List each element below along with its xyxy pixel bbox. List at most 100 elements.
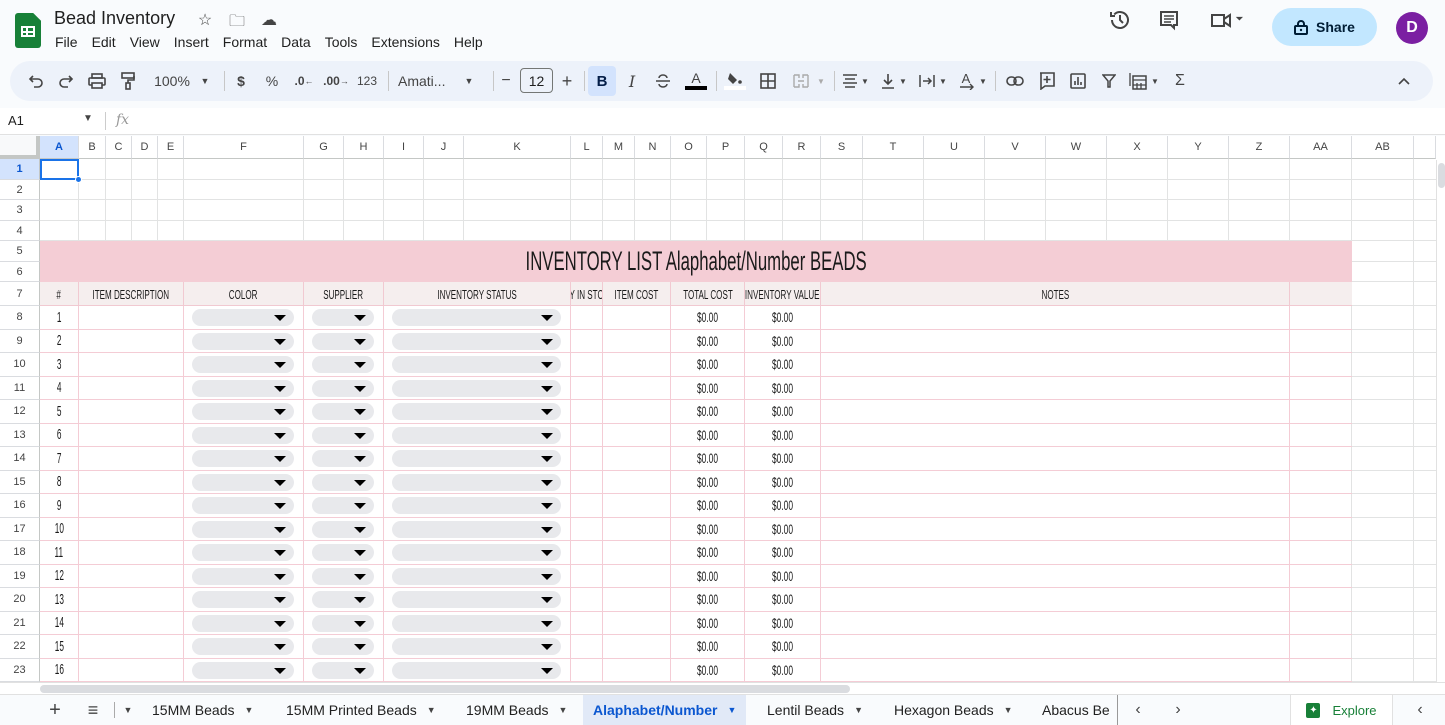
supplier-dropdown-chip[interactable] xyxy=(312,567,374,585)
cell[interactable] xyxy=(304,470,384,493)
cell[interactable]: $0.00 xyxy=(671,306,745,329)
cell[interactable] xyxy=(571,353,603,376)
cell[interactable] xyxy=(184,306,304,329)
cell[interactable]: $0.00 xyxy=(745,611,821,634)
cell[interactable]: $0.00 xyxy=(671,564,745,587)
cell[interactable] xyxy=(384,423,571,446)
cell[interactable] xyxy=(571,470,603,493)
zoom-select[interactable]: 100% xyxy=(148,61,196,101)
cell[interactable] xyxy=(571,306,603,329)
row-header-9[interactable]: 9 xyxy=(0,329,40,353)
row-header-1[interactable]: 1 xyxy=(0,159,40,180)
header-cell[interactable]: # xyxy=(40,282,79,306)
tab-menu-dropdown-icon[interactable]: ▼ xyxy=(558,705,567,715)
cell[interactable] xyxy=(184,588,304,611)
cell[interactable]: $0.00 xyxy=(745,517,821,540)
color-dropdown-chip[interactable] xyxy=(192,473,294,491)
header-cell[interactable]: Color xyxy=(184,282,304,306)
column-header-f[interactable]: F xyxy=(184,136,304,159)
font-dropdown-icon[interactable]: ▼ xyxy=(462,61,476,101)
cell[interactable] xyxy=(571,376,603,399)
cell[interactable]: $0.00 xyxy=(671,494,745,517)
cell[interactable]: $0.00 xyxy=(745,423,821,446)
cell[interactable] xyxy=(184,376,304,399)
sheet-tab-15mm-printed-beads[interactable]: 15MM Printed Beads ▼ xyxy=(276,695,446,725)
cell[interactable]: $0.00 xyxy=(745,635,821,658)
name-box-dropdown-icon[interactable]: ▼ xyxy=(83,113,93,124)
supplier-dropdown-chip[interactable] xyxy=(312,332,374,350)
cell[interactable]: 12 xyxy=(40,564,79,587)
cell[interactable] xyxy=(603,423,671,446)
cell[interactable] xyxy=(304,635,384,658)
cell[interactable] xyxy=(184,517,304,540)
cell[interactable] xyxy=(384,353,571,376)
decrease-decimal-button[interactable]: .0 ← xyxy=(292,61,316,101)
all-sheets-icon[interactable]: ≡ xyxy=(82,695,104,725)
cell[interactable]: $0.00 xyxy=(671,470,745,493)
row-header-17[interactable]: 17 xyxy=(0,517,40,541)
cell[interactable]: 5 xyxy=(40,400,79,423)
cell[interactable] xyxy=(571,423,603,446)
cell[interactable] xyxy=(821,588,1290,611)
color-dropdown-chip[interactable] xyxy=(192,426,294,444)
cell[interactable] xyxy=(184,470,304,493)
redo-icon[interactable] xyxy=(54,61,78,101)
column-header-u[interactable]: U xyxy=(924,136,985,159)
row-header-3[interactable]: 3 xyxy=(0,200,40,221)
sheets-logo-icon[interactable] xyxy=(15,13,41,48)
select-all-corner[interactable] xyxy=(0,136,40,159)
decrease-font-size-button[interactable]: − xyxy=(498,61,514,101)
status-dropdown-chip[interactable] xyxy=(392,473,561,491)
text-wrapping-icon[interactable] xyxy=(916,61,938,101)
cell[interactable] xyxy=(384,541,571,564)
v-align-dropdown-icon[interactable]: ▼ xyxy=(898,61,908,101)
row-header-22[interactable]: 22 xyxy=(0,635,40,659)
column-header-i[interactable]: I xyxy=(384,136,424,159)
insert-link-icon[interactable] xyxy=(1004,61,1026,101)
cell[interactable] xyxy=(384,494,571,517)
column-header-o[interactable]: O xyxy=(671,136,707,159)
header-cell[interactable]: Inventory Value xyxy=(745,282,821,306)
status-dropdown-chip[interactable] xyxy=(392,567,561,585)
column-header-z[interactable]: Z xyxy=(1229,136,1290,159)
menu-edit[interactable]: Edit xyxy=(85,33,123,51)
cell[interactable] xyxy=(384,400,571,423)
cell[interactable]: $0.00 xyxy=(745,564,821,587)
cell[interactable]: $0.00 xyxy=(671,658,745,681)
cell[interactable] xyxy=(821,400,1290,423)
cell[interactable]: $0.00 xyxy=(745,658,821,681)
supplier-dropdown-chip[interactable] xyxy=(312,309,374,326)
header-cell[interactable]: QTY in Stock xyxy=(571,282,603,306)
cell[interactable] xyxy=(79,470,184,493)
font-family-select[interactable]: Amati... xyxy=(398,61,454,101)
column-header-p[interactable]: P xyxy=(707,136,745,159)
rotation-dropdown-icon[interactable]: ▼ xyxy=(978,61,988,101)
tab-menu-dropdown-icon[interactable]: ▼ xyxy=(244,705,253,715)
tab-menu-dropdown-icon[interactable]: ▼ xyxy=(427,705,436,715)
supplier-dropdown-chip[interactable] xyxy=(312,614,374,632)
column-header-j[interactable]: J xyxy=(424,136,464,159)
column-header-d[interactable]: D xyxy=(132,136,158,159)
row-header-2[interactable]: 2 xyxy=(0,180,40,200)
menu-format[interactable]: Format xyxy=(216,33,274,51)
cell[interactable] xyxy=(184,635,304,658)
column-header-q[interactable]: Q xyxy=(745,136,783,159)
cell[interactable] xyxy=(603,541,671,564)
cell[interactable] xyxy=(304,306,384,329)
cell[interactable]: $0.00 xyxy=(745,588,821,611)
spreadsheet-grid[interactable]: A B C D E F G H I J K L M N O P Q R S T U V W X Y Z AA AB 1 2 3 4 5 6 7 8 9 1… xyxy=(0,136,1445,682)
supplier-dropdown-chip[interactable] xyxy=(312,403,374,420)
cell[interactable] xyxy=(603,611,671,634)
column-header-h[interactable]: H xyxy=(344,136,384,159)
sheets-dropdown-icon[interactable]: ▼ xyxy=(120,695,136,725)
row-header-13[interactable]: 13 xyxy=(0,423,40,447)
cell[interactable] xyxy=(571,447,603,470)
status-dropdown-chip[interactable] xyxy=(392,520,561,538)
row-header-12[interactable]: 12 xyxy=(0,400,40,424)
cell[interactable]: $0.00 xyxy=(745,400,821,423)
scroll-tabs-right-icon[interactable]: › xyxy=(1168,695,1188,725)
cell[interactable] xyxy=(571,517,603,540)
supplier-dropdown-chip[interactable] xyxy=(312,638,374,655)
cell[interactable]: 14 xyxy=(40,611,79,634)
column-header-m[interactable]: M xyxy=(603,136,635,159)
